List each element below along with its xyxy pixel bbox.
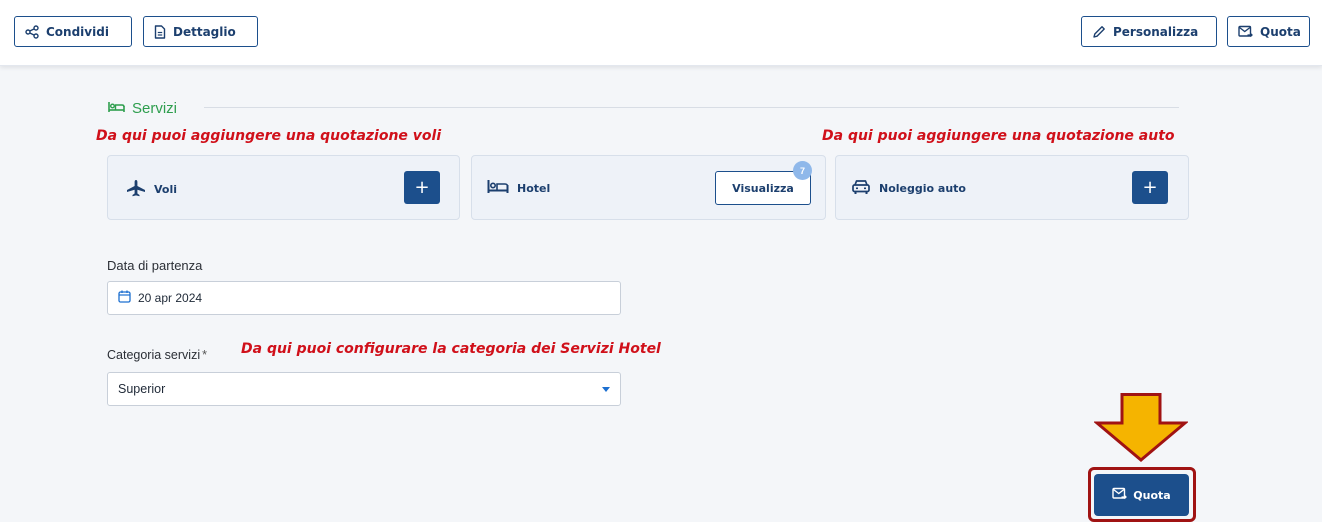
arrow-down-icon [1094, 393, 1188, 462]
add-car-quote-button[interactable]: + [1132, 171, 1168, 204]
category-label: Categoria servizi [107, 348, 201, 362]
section-divider [204, 107, 1179, 108]
bed-icon [487, 179, 509, 197]
quote-button[interactable]: Quota [1094, 474, 1189, 516]
service-card-flights: Voli + [107, 155, 460, 220]
quote-button-top-label: Quota [1260, 24, 1301, 39]
annotation-car: Da qui puoi aggiungere una quotazione au… [822, 128, 1175, 144]
calendar-icon [118, 290, 131, 306]
service-card-hotel: Hotel Visualizza 7 [471, 155, 826, 220]
detail-button-label: Dettaglio [173, 24, 236, 39]
pencil-icon [1092, 25, 1106, 39]
quote-button-top[interactable]: Quota [1227, 16, 1310, 47]
section-header: Servizi [108, 97, 177, 119]
plane-icon [126, 179, 146, 200]
add-flight-quote-button[interactable]: + [404, 171, 440, 204]
dropdown-caret-icon [602, 386, 610, 392]
car-icon [851, 179, 871, 198]
service-flights-label-group: Voli [126, 179, 177, 200]
departure-date-field[interactable]: 20 apr 2024 [107, 281, 621, 315]
share-button-label: Condividi [46, 24, 109, 39]
detail-button[interactable]: Dettaglio [143, 16, 258, 47]
customize-button[interactable]: Personalizza [1081, 16, 1217, 47]
hotel-count-badge: 7 [793, 161, 812, 180]
service-hotel-label: Hotel [517, 181, 551, 195]
category-label-group: Categoria servizi * [107, 348, 207, 362]
departure-date-value: 20 apr 2024 [138, 291, 203, 305]
required-marker: * [202, 348, 207, 362]
mail-send-icon [1238, 25, 1253, 38]
toolbar: Condividi Dettaglio Personalizza Quota [0, 0, 1322, 66]
category-select[interactable]: Superior [107, 372, 621, 406]
annotation-flights: Da qui puoi aggiungere una quotazione vo… [96, 128, 442, 144]
mail-send-icon [1112, 487, 1128, 503]
document-icon [154, 24, 166, 39]
departure-date-label: Data di partenza [107, 258, 203, 273]
bed-icon [108, 100, 125, 117]
quote-button-label: Quota [1133, 488, 1171, 502]
share-icon [25, 24, 39, 39]
service-card-car: Noleggio auto + [835, 155, 1189, 220]
service-flights-label: Voli [154, 183, 178, 196]
share-button[interactable]: Condividi [14, 16, 132, 47]
customize-button-label: Personalizza [1113, 24, 1199, 39]
category-select-value: Superior [118, 382, 166, 396]
section-title: Servizi [132, 99, 178, 117]
service-hotel-label-group: Hotel [487, 179, 550, 197]
service-car-label: Noleggio auto [879, 182, 966, 195]
annotation-hotel-category: Da qui puoi configurare la categoria dei… [241, 341, 661, 357]
service-car-label-group: Noleggio auto [851, 179, 966, 198]
